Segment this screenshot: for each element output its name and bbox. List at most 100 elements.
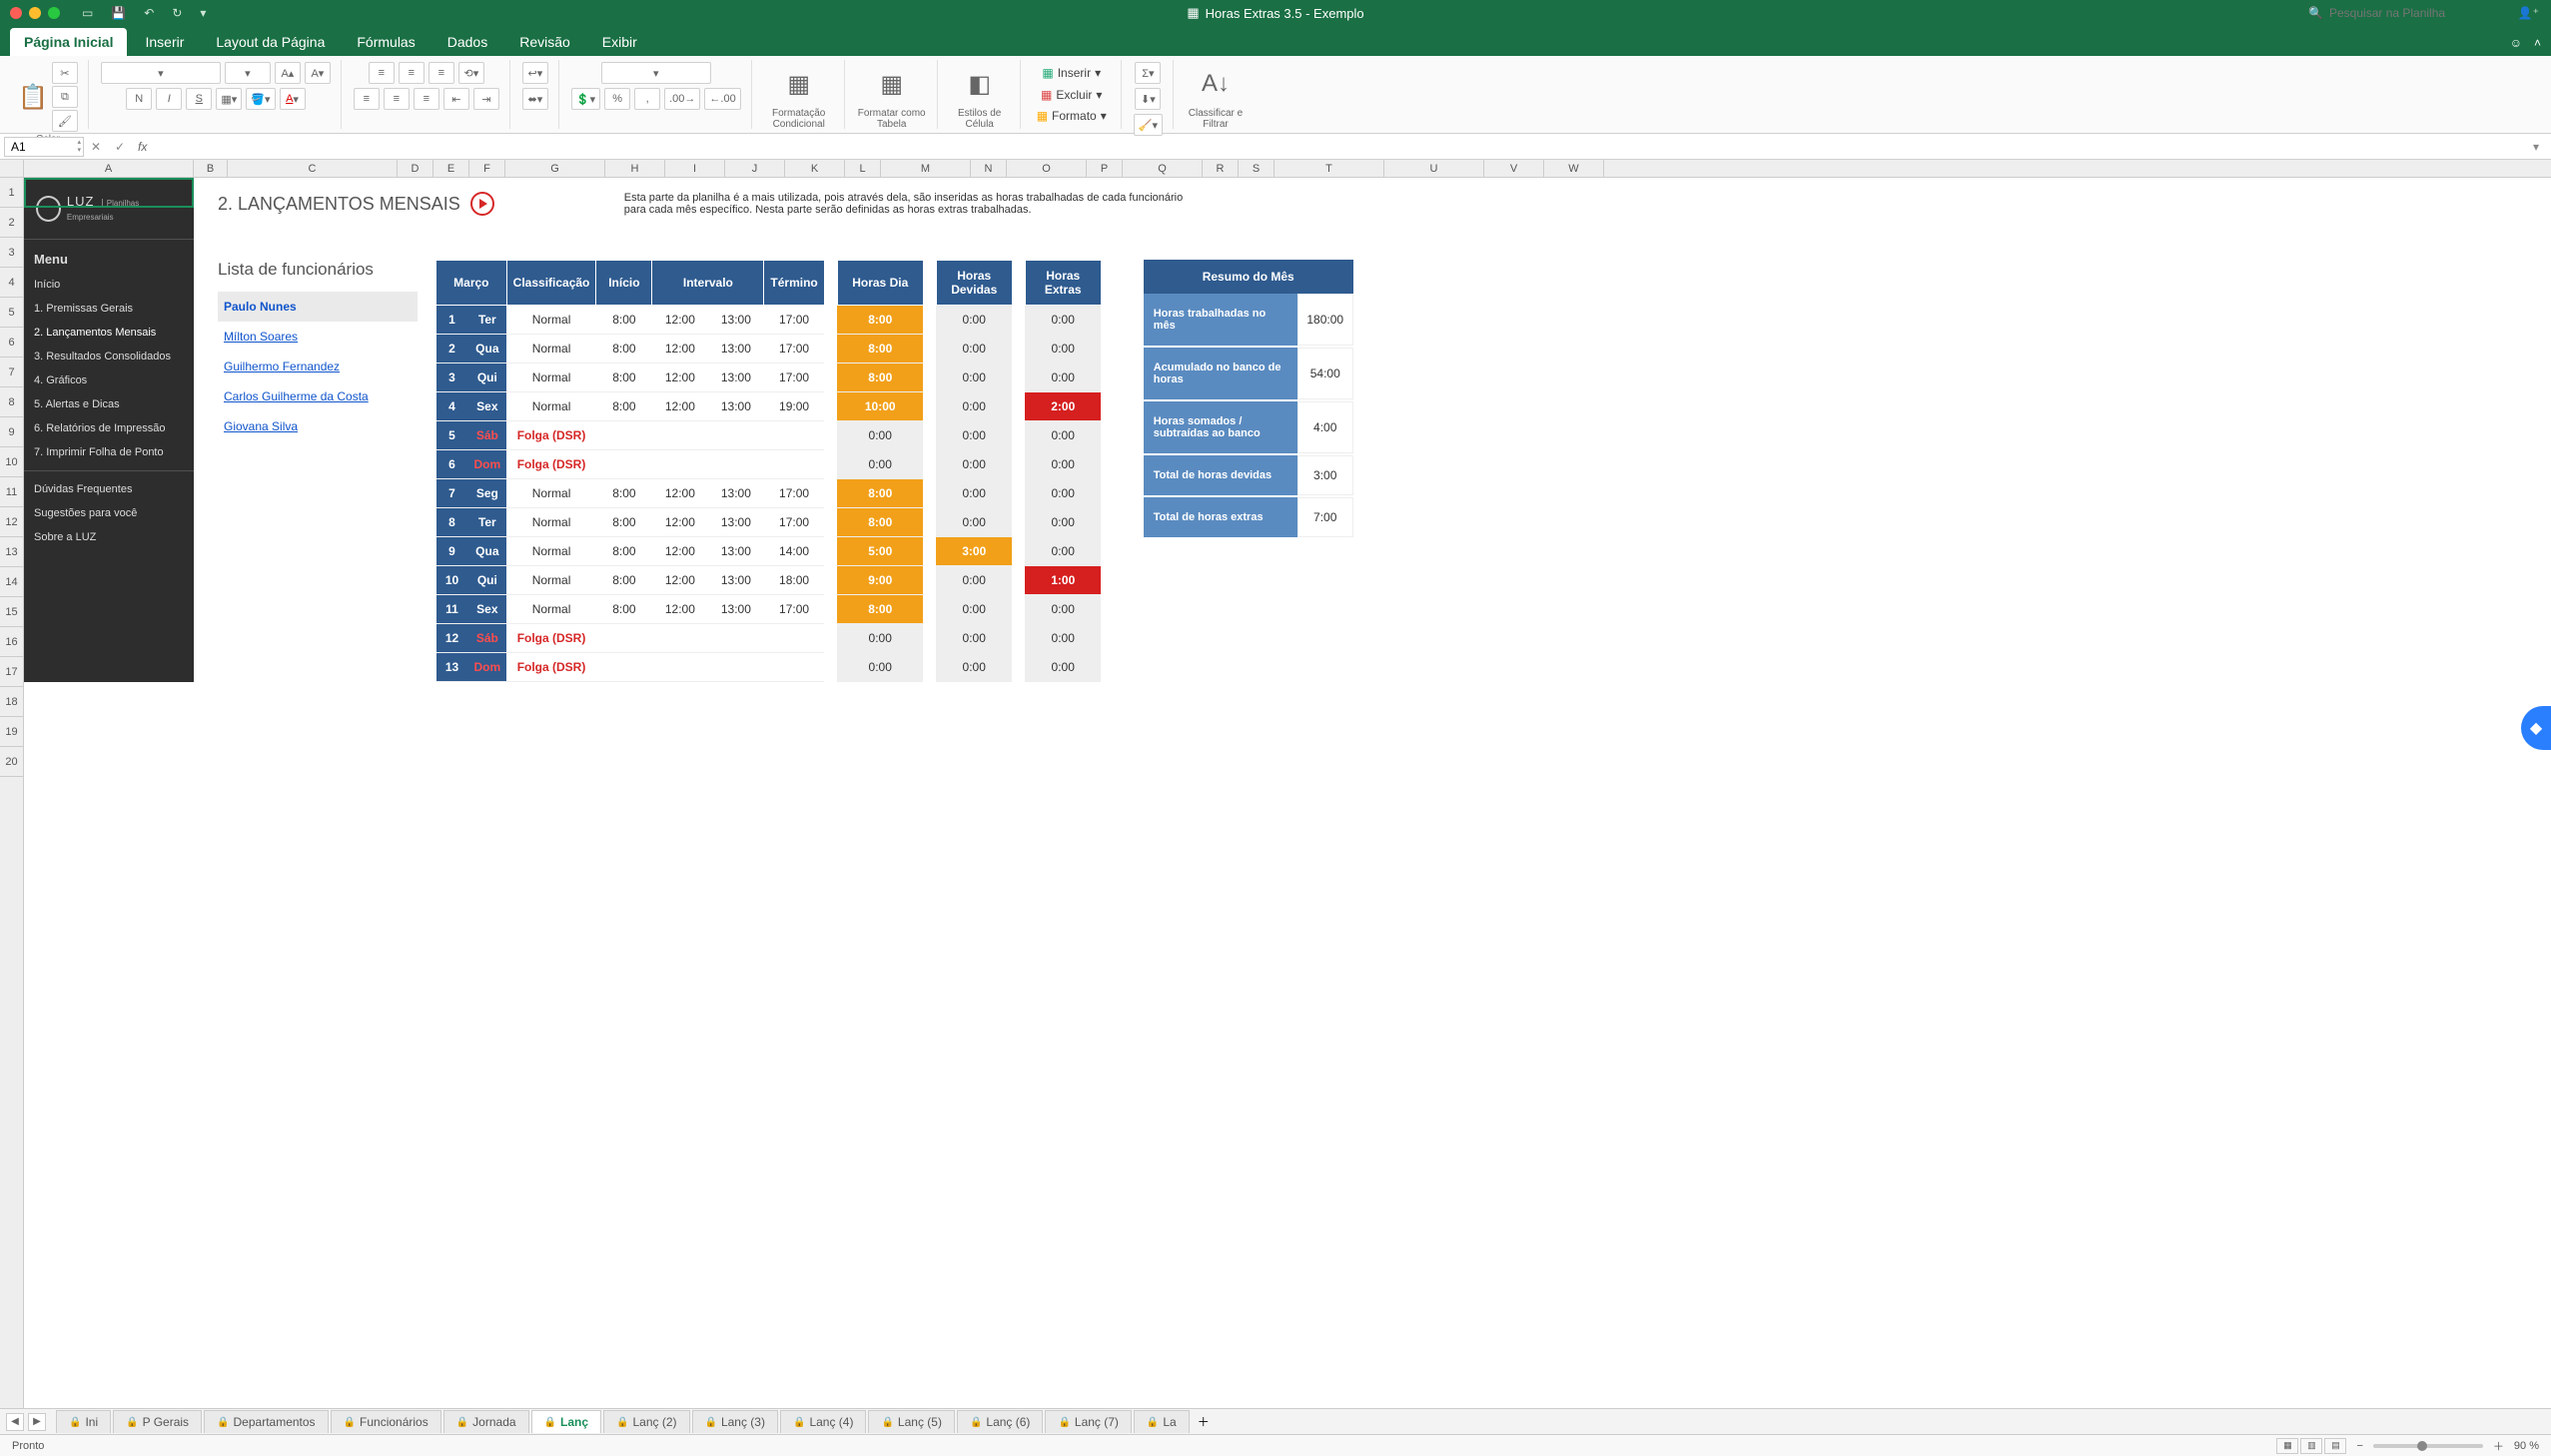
table-cell[interactable]: 0:00 — [1025, 508, 1101, 537]
table-cell[interactable] — [1012, 364, 1025, 392]
wrap-text-button[interactable]: ↩▾ — [522, 62, 548, 84]
font-size-selector[interactable]: ▾ — [225, 62, 271, 84]
table-cell[interactable]: 12 — [436, 624, 468, 653]
table-cell[interactable]: 12:00 — [652, 566, 708, 595]
align-left-button[interactable]: ≡ — [354, 88, 380, 110]
table-cell[interactable]: Normal — [506, 566, 596, 595]
row-header[interactable]: 7 — [0, 358, 23, 387]
table-cell[interactable] — [824, 479, 837, 508]
table-cell[interactable]: 8:00 — [596, 479, 652, 508]
row-header[interactable]: 11 — [0, 477, 23, 507]
select-all-corner[interactable] — [0, 160, 24, 177]
format-cells-button[interactable]: ▦Formato ▾ — [1033, 105, 1111, 127]
table-cell[interactable] — [1012, 421, 1025, 450]
sheet-tab[interactable]: 🔒P Gerais — [113, 1410, 202, 1433]
sidebar-footer-item[interactable]: Sugestões para você — [24, 501, 194, 525]
table-cell[interactable]: 8:00 — [837, 364, 923, 392]
column-header[interactable]: M — [881, 160, 971, 177]
table-cell[interactable] — [708, 450, 764, 479]
cancel-formula-button[interactable]: ✕ — [84, 140, 108, 154]
table-cell[interactable]: 3 — [436, 364, 468, 392]
bold-button[interactable]: N — [126, 88, 152, 110]
table-cell[interactable]: 7 — [436, 479, 468, 508]
table-cell[interactable]: 4 — [436, 392, 468, 421]
ribbon-tab-inserir[interactable]: Inserir — [131, 28, 198, 56]
zoom-level[interactable]: 90 % — [2514, 1440, 2539, 1452]
row-header[interactable]: 8 — [0, 387, 23, 417]
zoom-out-button[interactable]: − — [2356, 1440, 2362, 1452]
align-center-button[interactable]: ≡ — [384, 88, 410, 110]
table-cell[interactable]: 0:00 — [837, 624, 923, 653]
employee-link[interactable]: Giovana Silva — [218, 411, 418, 441]
sidebar-item[interactable]: 2. Lançamentos Mensais — [24, 321, 194, 345]
table-cell[interactable]: 2:00 — [1025, 392, 1101, 421]
row-header[interactable]: 6 — [0, 328, 23, 358]
table-cell[interactable]: 0:00 — [936, 335, 1012, 364]
search-box[interactable]: 🔍 — [2308, 6, 2509, 20]
table-cell[interactable] — [652, 624, 708, 653]
sheet-tab[interactable]: 🔒Ini — [56, 1410, 111, 1433]
table-cell[interactable]: 0:00 — [936, 364, 1012, 392]
page-break-view-button[interactable]: ▤ — [2324, 1438, 2346, 1454]
table-cell[interactable] — [824, 595, 837, 624]
table-cell[interactable]: Sex — [468, 392, 507, 421]
table-cell[interactable] — [824, 421, 837, 450]
table-cell[interactable]: 12:00 — [652, 335, 708, 364]
table-cell[interactable] — [708, 421, 764, 450]
table-cell[interactable] — [923, 421, 936, 450]
table-cell[interactable]: 0:00 — [1025, 364, 1101, 392]
table-cell[interactable] — [764, 421, 824, 450]
table-cell[interactable] — [923, 508, 936, 537]
column-header[interactable]: L — [845, 160, 881, 177]
table-cell[interactable]: 0:00 — [936, 306, 1012, 335]
table-cell[interactable]: Normal — [506, 537, 596, 566]
ribbon-tab-layout-da-página[interactable]: Layout da Página — [202, 28, 339, 56]
table-cell[interactable] — [708, 624, 764, 653]
table-cell[interactable] — [708, 653, 764, 682]
align-middle-button[interactable]: ≡ — [399, 62, 425, 84]
table-cell[interactable]: 17:00 — [764, 364, 824, 392]
cell-styles-button[interactable]: ◧Estilos de Célula — [950, 62, 1010, 130]
column-header[interactable]: Q — [1123, 160, 1203, 177]
sidebar-item[interactable]: 7. Imprimir Folha de Ponto — [24, 440, 194, 464]
sidebar-item[interactable]: 5. Alertas e Dicas — [24, 392, 194, 416]
sheet-tab[interactable]: 🔒La — [1134, 1410, 1190, 1433]
row-header[interactable]: 16 — [0, 627, 23, 657]
table-cell[interactable]: 8:00 — [837, 306, 923, 335]
table-cell[interactable]: 0:00 — [936, 392, 1012, 421]
sheet-tab[interactable]: 🔒Funcionários — [331, 1410, 441, 1433]
table-cell[interactable]: 12:00 — [652, 392, 708, 421]
table-cell[interactable]: 13:00 — [708, 364, 764, 392]
table-cell[interactable] — [923, 479, 936, 508]
table-cell[interactable] — [923, 624, 936, 653]
table-cell[interactable] — [824, 450, 837, 479]
name-box[interactable]: A1▴▾ — [4, 137, 84, 157]
table-cell[interactable] — [1012, 653, 1025, 682]
table-cell[interactable]: Folga (DSR) — [506, 653, 596, 682]
table-cell[interactable]: 14:00 — [764, 537, 824, 566]
table-cell[interactable]: 13:00 — [708, 566, 764, 595]
column-header[interactable]: T — [1275, 160, 1384, 177]
row-header[interactable]: 9 — [0, 417, 23, 447]
table-cell[interactable]: Normal — [506, 508, 596, 537]
column-header[interactable]: W — [1544, 160, 1604, 177]
format-as-table-button[interactable]: ▦Formatar como Tabela — [857, 62, 927, 130]
table-cell[interactable]: 5 — [436, 421, 468, 450]
table-cell[interactable]: 8:00 — [837, 479, 923, 508]
column-header[interactable]: D — [398, 160, 433, 177]
table-cell[interactable] — [824, 335, 837, 364]
table-cell[interactable]: 9:00 — [837, 566, 923, 595]
increase-decimal-button[interactable]: .00→ — [664, 88, 700, 110]
table-cell[interactable]: Folga (DSR) — [506, 450, 596, 479]
column-header[interactable]: H — [605, 160, 665, 177]
table-cell[interactable]: 12:00 — [652, 364, 708, 392]
column-header[interactable]: K — [785, 160, 845, 177]
table-cell[interactable]: 12:00 — [652, 537, 708, 566]
table-cell[interactable]: 0:00 — [1025, 421, 1101, 450]
clear-button[interactable]: 🧹▾ — [1134, 114, 1163, 136]
table-cell[interactable]: 13:00 — [708, 537, 764, 566]
expand-formula-bar-icon[interactable]: ▾ — [2525, 140, 2547, 154]
sort-filter-button[interactable]: A↓Classificar e Filtrar — [1186, 62, 1246, 130]
table-cell[interactable]: 0:00 — [1025, 450, 1101, 479]
table-cell[interactable]: 19:00 — [764, 392, 824, 421]
